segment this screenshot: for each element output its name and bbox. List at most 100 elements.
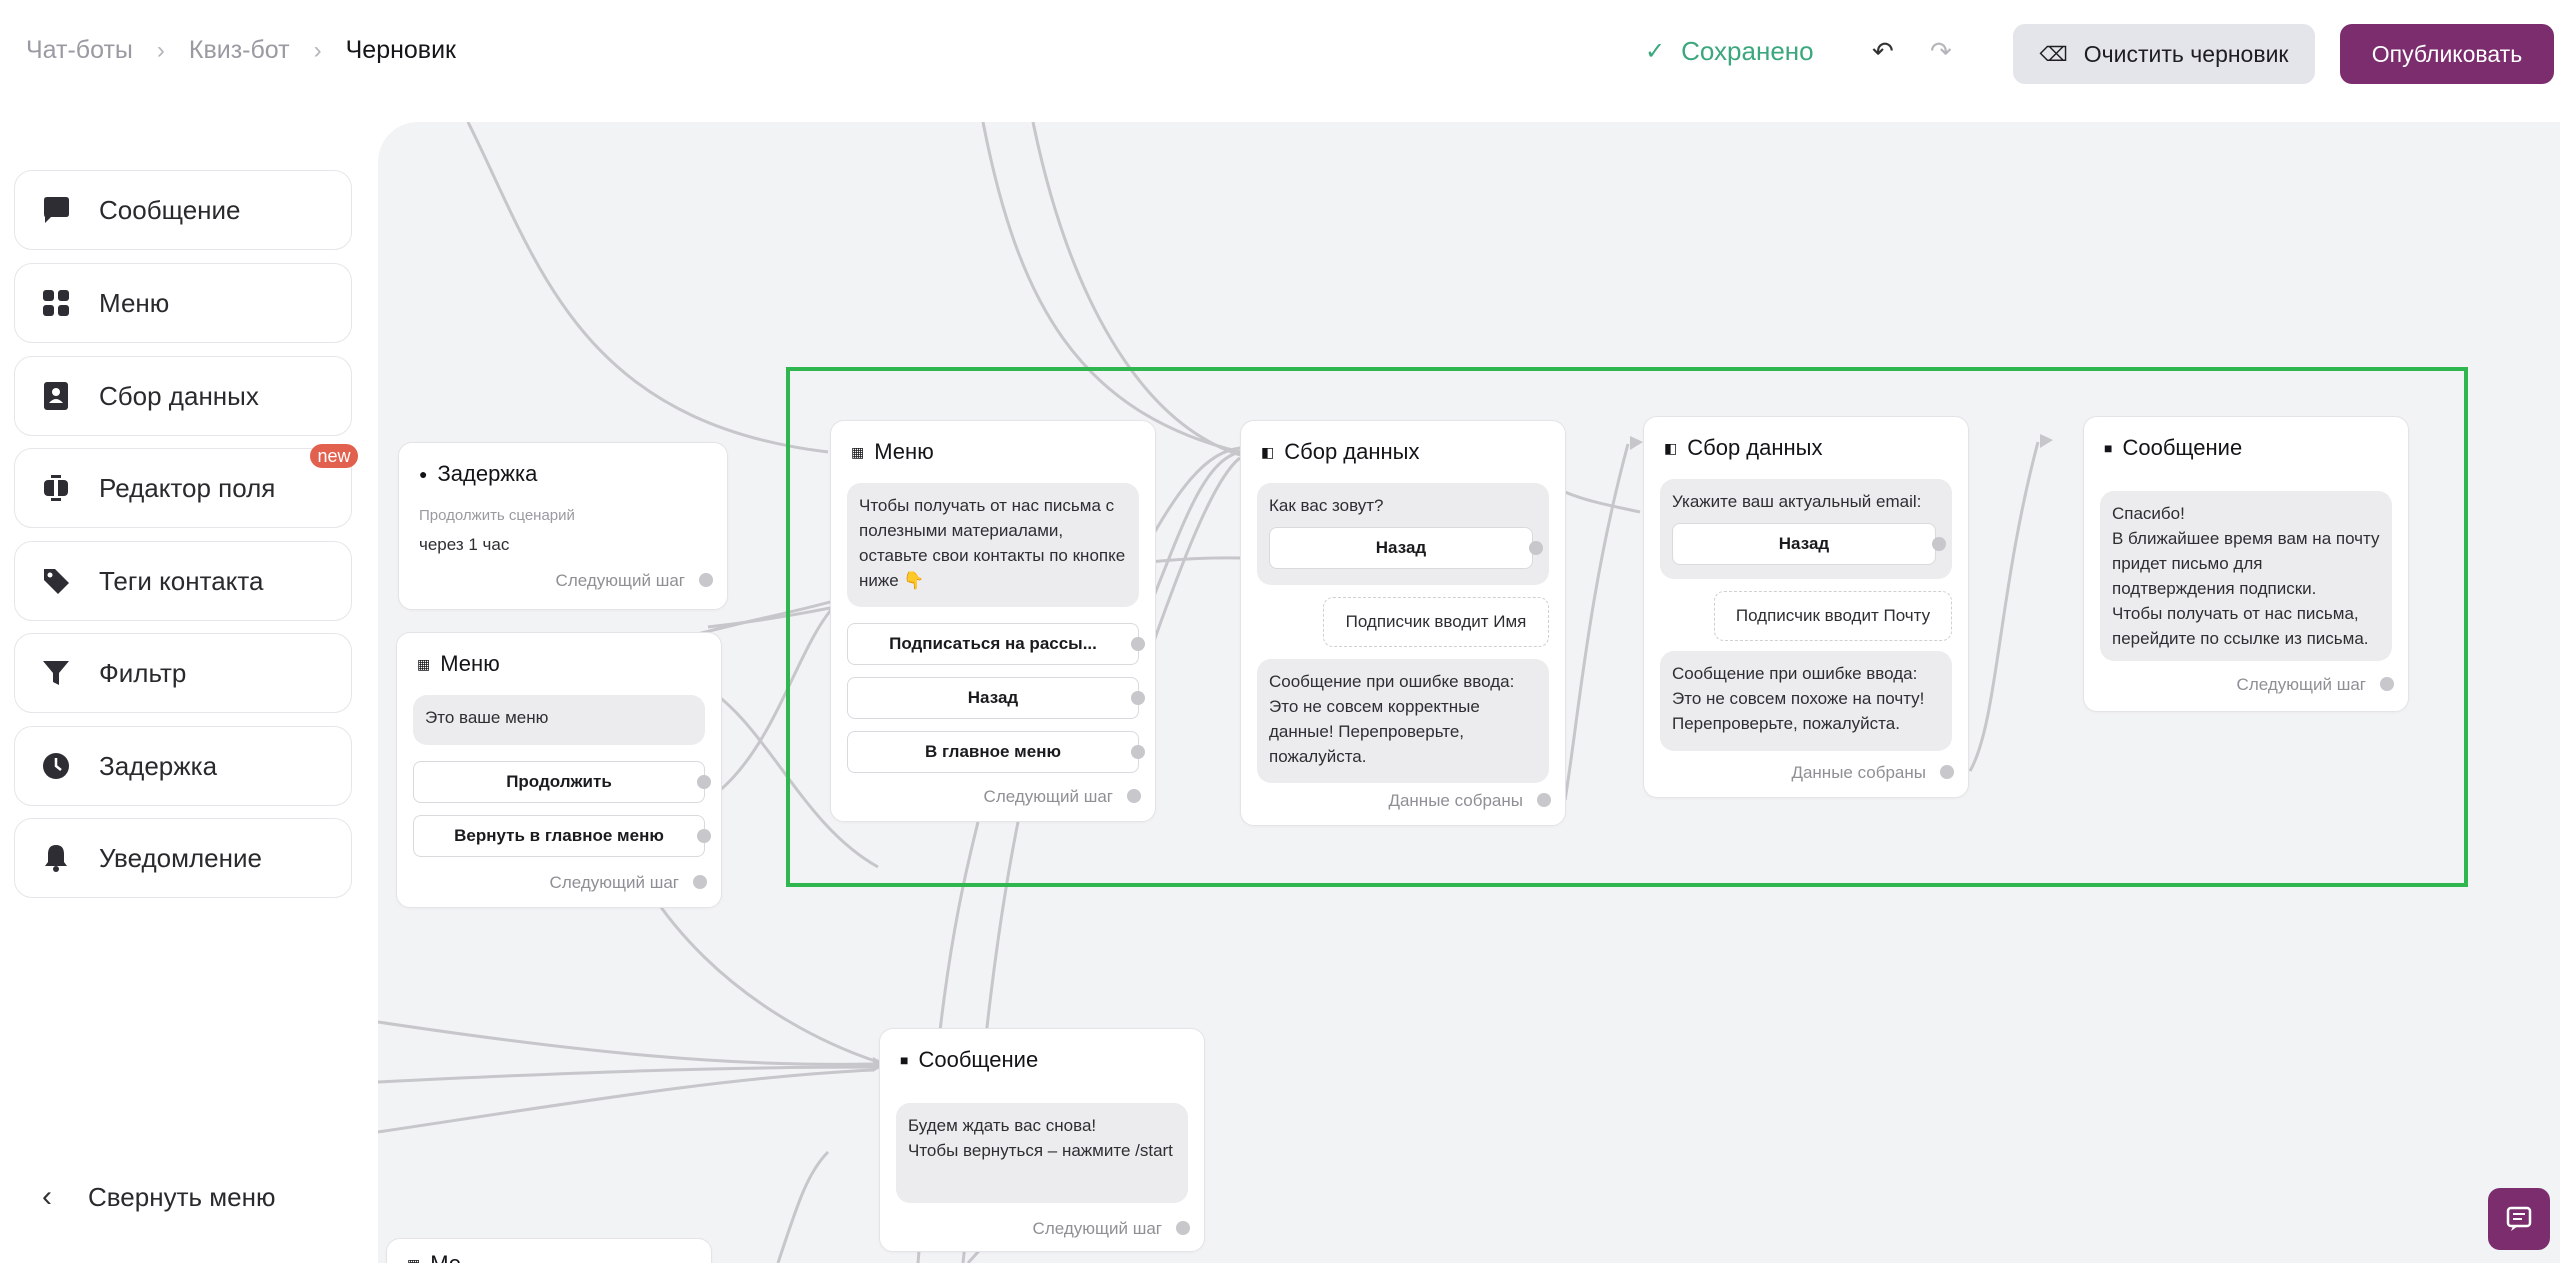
message-icon: ■ bbox=[900, 1052, 909, 1068]
output-port[interactable] bbox=[1176, 1221, 1190, 1235]
menu-button-continue[interactable]: Продолжить bbox=[413, 761, 705, 803]
delay-node[interactable]: ● Задержка Продолжить сценарий через 1 ча… bbox=[398, 442, 728, 610]
menu-button-main-menu[interactable]: В главное меню bbox=[847, 731, 1139, 773]
chat-icon bbox=[2506, 1206, 2532, 1231]
sidebar-item-data-collection[interactable]: Сбор данных bbox=[14, 356, 352, 436]
message-node-thanks[interactable]: ■ Сообщение Спасибо! В ближайшее время ва… bbox=[2083, 416, 2409, 712]
message-text: Будем ждать вас снова! Чтобы вернуться –… bbox=[896, 1103, 1188, 1203]
undo-icon[interactable]: ↶ bbox=[1872, 36, 1894, 67]
sidebar-item-label: Меню bbox=[99, 287, 170, 318]
new-badge: new bbox=[310, 444, 358, 468]
clock-icon bbox=[39, 749, 73, 783]
check-icon: ✓ bbox=[1645, 38, 1666, 65]
redo-icon[interactable]: ↷ bbox=[1930, 36, 1952, 67]
node-title: ■ Сообщение bbox=[2104, 435, 2243, 460]
output-port[interactable] bbox=[697, 775, 711, 789]
next-step-label: Следующий шаг bbox=[983, 787, 1113, 806]
output-port[interactable] bbox=[1537, 793, 1551, 807]
menu-button-back[interactable]: Назад bbox=[847, 677, 1139, 719]
node-title: ▦ Меню bbox=[417, 651, 500, 676]
support-chat-button[interactable] bbox=[2488, 1188, 2550, 1250]
message-icon bbox=[39, 193, 73, 227]
grid-icon: ▦ bbox=[417, 655, 431, 672]
output-port[interactable] bbox=[1529, 541, 1543, 555]
breadcrumb-current: Черновик bbox=[345, 36, 456, 64]
collapse-menu-button[interactable]: ‹ Свернуть меню bbox=[42, 1180, 275, 1214]
eraser-icon: ⌫ bbox=[2039, 43, 2068, 66]
bell-icon bbox=[39, 841, 73, 875]
next-step-label: Следующий шаг bbox=[555, 571, 685, 590]
data-collection-node-email[interactable]: ◧ Сбор данных Укажите ваш актуальный emai… bbox=[1643, 416, 1969, 798]
menu-text: Чтобы получать от нас письма с полезными… bbox=[847, 483, 1139, 607]
output-port[interactable] bbox=[2380, 677, 2394, 691]
data-collected-label: Данные собраны bbox=[1388, 791, 1523, 810]
sidebar-item-label: Редактор поля bbox=[99, 472, 276, 503]
sidebar-item-filter[interactable]: Фильтр bbox=[14, 633, 352, 713]
output-port[interactable] bbox=[1127, 789, 1141, 803]
sidebar-item-contact-tags[interactable]: Теги контакта bbox=[14, 541, 352, 621]
publish-button[interactable]: Опубликовать bbox=[2340, 24, 2554, 84]
breadcrumb-chatbots[interactable]: Чат-боты bbox=[26, 36, 133, 65]
breadcrumb-separator: › bbox=[313, 36, 322, 64]
flow-canvas[interactable]: ● Задержка Продолжить сценарий через 1 ча… bbox=[378, 122, 2560, 1263]
message-text: Спасибо! В ближайшее время вам на почту … bbox=[2100, 491, 2392, 661]
data-collection-node-name[interactable]: ◧ Сбор данных Как вас зовут? Назад Подпис… bbox=[1240, 420, 1566, 826]
top-bar: Чат-боты › Квиз-бот › Черновик ✓ Сохране… bbox=[0, 0, 2560, 110]
output-port[interactable] bbox=[1932, 537, 1946, 551]
field-editor-icon bbox=[39, 471, 73, 505]
menu-node-main[interactable]: ▦ Меню Чтобы получать от нас письма с пол… bbox=[830, 420, 1156, 822]
breadcrumb-quiz-bot[interactable]: Квиз-бот bbox=[189, 36, 290, 65]
output-port[interactable] bbox=[1131, 637, 1145, 651]
output-port[interactable] bbox=[1131, 745, 1145, 759]
back-button[interactable]: Назад bbox=[1269, 527, 1533, 569]
field-editor-icon: ◧ bbox=[1261, 443, 1275, 460]
output-port[interactable] bbox=[1131, 691, 1145, 705]
menu-node-left[interactable]: ▦ Меню Это ваше меню Продолжить Вернуть в… bbox=[396, 632, 722, 908]
sidebar-item-label: Сбор данных bbox=[99, 380, 259, 411]
menu-text: Это ваше меню bbox=[413, 695, 705, 745]
breadcrumb-separator: › bbox=[156, 36, 165, 64]
next-step-label: Следующий шаг bbox=[1032, 1219, 1162, 1238]
error-message: Сообщение при ошибке ввода: Это не совсе… bbox=[1660, 651, 1952, 751]
delay-subtitle: Продолжить сценарий bbox=[419, 507, 575, 524]
filter-icon bbox=[39, 656, 73, 690]
output-port[interactable] bbox=[697, 829, 711, 843]
menu-button-subscribe[interactable]: Подписаться на рассы... bbox=[847, 623, 1139, 665]
next-step-label: Следующий шаг bbox=[2236, 675, 2366, 694]
menu-button-main-menu[interactable]: Вернуть в главное меню bbox=[413, 815, 705, 857]
contact-card-icon bbox=[39, 379, 73, 413]
output-port[interactable] bbox=[1940, 765, 1954, 779]
data-collected-label: Данные собраны bbox=[1791, 763, 1926, 782]
sidebar-item-message[interactable]: Сообщение bbox=[14, 170, 352, 250]
sidebar-item-label: Теги контакта bbox=[99, 565, 264, 596]
grid-icon: ▦ bbox=[407, 1256, 420, 1263]
sidebar-item-delay[interactable]: Задержка bbox=[14, 726, 352, 806]
message-icon: ■ bbox=[2104, 440, 2113, 456]
node-title: ■ Сообщение bbox=[900, 1047, 1039, 1072]
collapse-menu-label: Свернуть меню bbox=[88, 1181, 276, 1212]
delay-value: через 1 час bbox=[419, 535, 510, 554]
message-node-return[interactable]: ■ Сообщение Будем ждать вас снова! Чтобы … bbox=[879, 1028, 1205, 1252]
sidebar-item-label: Уведомление bbox=[99, 842, 262, 873]
node-title: ◧ Сбор данных bbox=[1664, 435, 1823, 460]
breadcrumb: Чат-боты › Квиз-бот › Черновик bbox=[26, 36, 456, 65]
sidebar-item-notification[interactable]: Уведомление bbox=[14, 818, 352, 898]
node-title: ▦ Меню bbox=[851, 439, 934, 464]
sidebar-item-field-editor[interactable]: Редактор поля bbox=[14, 448, 352, 528]
chevron-left-icon: ‹ bbox=[42, 1180, 52, 1213]
back-button[interactable]: Назад bbox=[1672, 523, 1936, 565]
output-port[interactable] bbox=[699, 573, 713, 587]
tag-icon bbox=[39, 564, 73, 598]
sidebar-item-menu[interactable]: Меню bbox=[14, 263, 352, 343]
grid-icon: ▦ bbox=[851, 443, 865, 460]
menu-node-partial[interactable]: ▦Ме bbox=[386, 1238, 712, 1263]
user-input-indicator: Подписчик вводит Почту bbox=[1714, 591, 1952, 641]
saved-status: ✓ Сохранено bbox=[1645, 36, 1814, 67]
saved-label: Сохранено bbox=[1681, 36, 1814, 66]
error-message: Сообщение при ошибке ввода: Это не совсе… bbox=[1257, 659, 1549, 783]
field-editor-icon: ◧ bbox=[1664, 439, 1678, 456]
clock-icon: ● bbox=[419, 466, 428, 482]
output-port[interactable] bbox=[693, 875, 707, 889]
clear-draft-button[interactable]: ⌫ Очистить черновик bbox=[2013, 24, 2315, 84]
user-input-indicator: Подписчик вводит Имя bbox=[1323, 597, 1549, 647]
